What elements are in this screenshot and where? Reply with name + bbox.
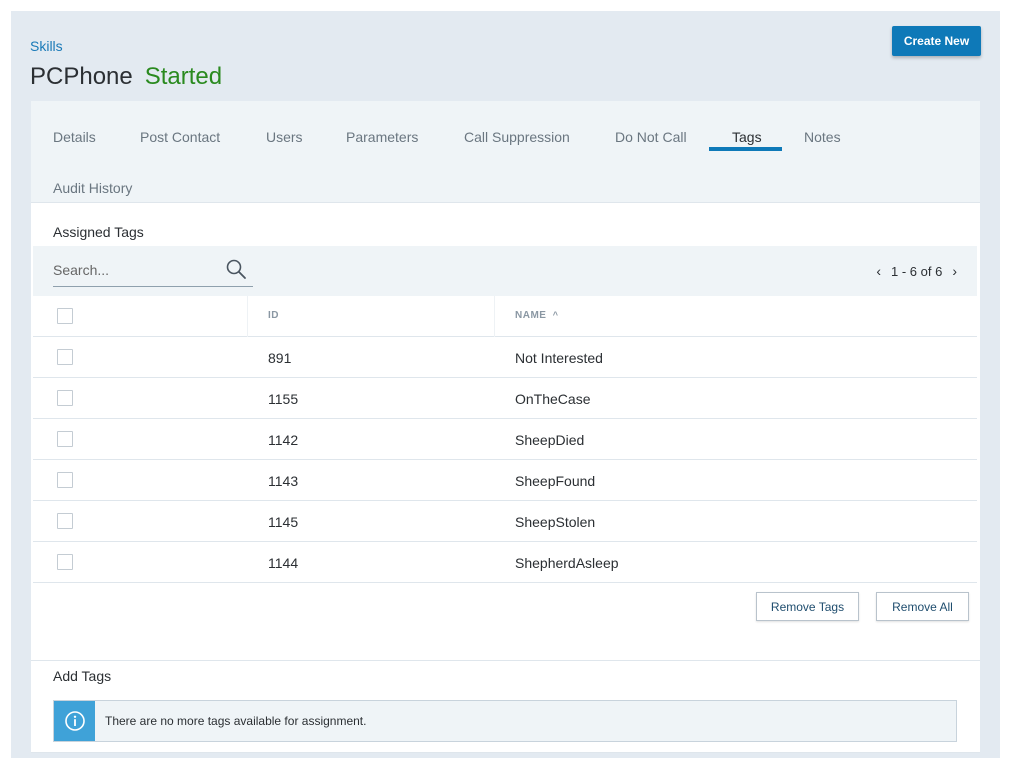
pagination-range: 1 - 6 of 6 <box>891 263 943 279</box>
tag-id: 1144 <box>268 555 299 571</box>
status-label: Started <box>144 63 223 90</box>
column-header-name-label: NAME <box>515 310 547 321</box>
tag-id: 1142 <box>268 432 299 448</box>
row-checkbox[interactable] <box>57 390 73 406</box>
table-row[interactable]: 1143 SheepFound <box>33 460 977 501</box>
page-title: PCPhone <box>30 63 133 90</box>
tab-details[interactable]: Details <box>53 129 96 145</box>
tab-call-suppression[interactable]: Call Suppression <box>464 129 570 145</box>
tab-audit-history[interactable]: Audit History <box>53 180 132 196</box>
page-frame: Skills PCPhone Started Create New Detail… <box>11 11 1000 758</box>
assigned-tags-title: Assigned Tags <box>53 224 144 240</box>
tag-id: 1143 <box>268 473 299 489</box>
chevron-right-icon[interactable]: › <box>952 263 957 279</box>
create-new-button[interactable]: Create New <box>892 26 981 56</box>
row-checkbox[interactable] <box>57 554 73 570</box>
tab-bar: Details Post Contact Users Parameters Ca… <box>31 101 980 203</box>
table-row[interactable]: 1145 SheepStolen <box>33 501 977 542</box>
section-divider <box>31 660 980 661</box>
content-card: Details Post Contact Users Parameters Ca… <box>31 101 980 753</box>
table-row[interactable]: 891 Not Interested <box>33 337 977 378</box>
table-row[interactable]: 1155 OnTheCase <box>33 378 977 419</box>
remove-all-button[interactable]: Remove All <box>876 592 969 621</box>
sort-ascending-icon: ^ <box>552 310 559 320</box>
tag-name: SheepDied <box>515 432 585 448</box>
title-row: PCPhone Started <box>30 63 222 91</box>
tag-name: ShepherdAsleep <box>515 555 619 571</box>
table-row[interactable]: 1142 SheepDied <box>33 419 977 460</box>
tab-post-contact[interactable]: Post Contact <box>140 129 220 145</box>
assigned-tags-toolbar: ‹ 1 - 6 of 6 › <box>33 246 977 296</box>
tag-id: 891 <box>268 350 292 366</box>
column-header-id[interactable]: ID <box>268 310 279 321</box>
pagination: ‹ 1 - 6 of 6 › <box>876 263 957 279</box>
tag-id: 1145 <box>268 514 299 530</box>
bottom-divider <box>31 752 980 753</box>
tab-tags[interactable]: Tags <box>732 129 762 145</box>
breadcrumb-skills[interactable]: Skills <box>30 38 63 54</box>
column-header-name[interactable]: NAME ^ <box>515 310 559 321</box>
column-divider <box>247 296 248 337</box>
row-checkbox[interactable] <box>57 513 73 529</box>
row-checkbox[interactable] <box>57 349 73 365</box>
tag-id: 1155 <box>268 391 299 407</box>
tag-name: SheepStolen <box>515 514 596 530</box>
column-divider <box>494 296 495 337</box>
info-message: There are no more tags available for ass… <box>53 700 957 742</box>
tag-name: OnTheCase <box>515 391 591 407</box>
tab-parameters[interactable]: Parameters <box>346 129 418 145</box>
table-row[interactable]: 1144 ShepherdAsleep <box>33 542 977 583</box>
chevron-left-icon[interactable]: ‹ <box>876 263 881 279</box>
tag-name: SheepFound <box>515 473 596 489</box>
tab-do-not-call[interactable]: Do Not Call <box>615 129 687 145</box>
remove-tags-button[interactable]: Remove Tags <box>756 592 859 621</box>
info-icon-box <box>54 701 95 741</box>
search-input[interactable] <box>53 258 213 282</box>
search-box <box>53 250 253 287</box>
add-tags-title: Add Tags <box>53 668 112 684</box>
active-tab-indicator <box>709 147 782 151</box>
row-checkbox[interactable] <box>57 472 73 488</box>
tag-name: Not Interested <box>515 350 603 366</box>
select-all-checkbox[interactable] <box>57 308 73 324</box>
info-message-text: There are no more tags available for ass… <box>105 714 367 728</box>
tab-users[interactable]: Users <box>266 129 303 145</box>
row-checkbox[interactable] <box>57 431 73 447</box>
search-icon[interactable] <box>225 258 247 280</box>
tab-notes[interactable]: Notes <box>804 129 841 145</box>
assigned-tags-table: ID NAME ^ 891 Not Interested 1155 OnTheC… <box>33 296 977 583</box>
info-icon <box>64 711 85 731</box>
table-header: ID NAME ^ <box>33 296 977 337</box>
